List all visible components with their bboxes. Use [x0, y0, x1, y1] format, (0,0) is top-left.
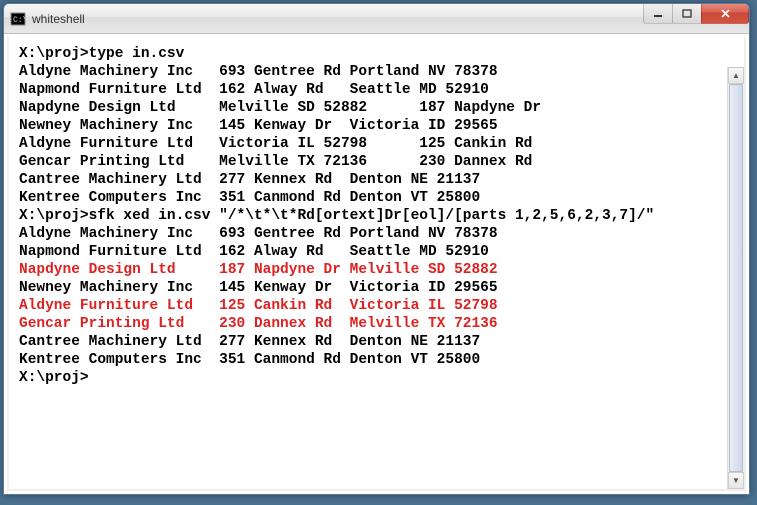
output-line: Gencar Printing Ltd Melville TX 72136 23…	[19, 153, 734, 171]
content-area: X:\proj>type in.csvAldyne Machinery Inc …	[4, 34, 749, 494]
output-line: Napmond Furniture Ltd 162 Alway Rd Seatt…	[19, 243, 734, 261]
output-line: Newney Machinery Inc 145 Kenway Dr Victo…	[19, 279, 734, 297]
output-line: Cantree Machinery Ltd 277 Kennex Rd Dent…	[19, 333, 734, 351]
output-line: X:\proj>	[19, 369, 734, 387]
output-line-highlighted: Aldyne Furniture Ltd 125 Cankin Rd Victo…	[19, 297, 734, 315]
console-window: C:\ whiteshell X:\proj>type in.csvAldyne…	[3, 3, 750, 495]
window-controls	[644, 4, 749, 24]
output-line: X:\proj>type in.csv	[19, 45, 734, 63]
window-title: whiteshell	[32, 12, 85, 26]
output-line: Aldyne Machinery Inc 693 Gentree Rd Port…	[19, 63, 734, 81]
output-line: Napdyne Design Ltd Melville SD 52882 187…	[19, 99, 734, 117]
output-line: Kentree Computers Inc 351 Canmond Rd Den…	[19, 351, 734, 369]
output-line: Cantree Machinery Ltd 277 Kennex Rd Dent…	[19, 171, 734, 189]
output-line: Kentree Computers Inc 351 Canmond Rd Den…	[19, 189, 734, 207]
svg-text:C:\: C:\	[13, 16, 26, 25]
maximize-button[interactable]	[672, 4, 702, 24]
output-line: Newney Machinery Inc 145 Kenway Dr Victo…	[19, 117, 734, 135]
scroll-track[interactable]	[728, 84, 744, 472]
titlebar[interactable]: C:\ whiteshell	[4, 4, 749, 34]
output-line: Aldyne Furniture Ltd Victoria IL 52798 1…	[19, 135, 734, 153]
close-button[interactable]	[701, 4, 749, 24]
app-icon: C:\	[10, 11, 26, 27]
output-line: Aldyne Machinery Inc 693 Gentree Rd Port…	[19, 225, 734, 243]
output-line-highlighted: Napdyne Design Ltd 187 Napdyne Dr Melvil…	[19, 261, 734, 279]
scroll-thumb[interactable]	[729, 84, 743, 472]
output-line: Napmond Furniture Ltd 162 Alway Rd Seatt…	[19, 81, 734, 99]
scroll-down-button[interactable]: ▼	[728, 472, 744, 489]
output-line: X:\proj>sfk xed in.csv "/*\t*\t*Rd[ortex…	[19, 207, 734, 225]
minimize-button[interactable]	[643, 4, 673, 24]
terminal-output[interactable]: X:\proj>type in.csvAldyne Machinery Inc …	[7, 37, 746, 491]
vertical-scrollbar[interactable]: ▲ ▼	[727, 67, 744, 489]
scroll-up-button[interactable]: ▲	[728, 67, 744, 84]
output-line-highlighted: Gencar Printing Ltd 230 Dannex Rd Melvil…	[19, 315, 734, 333]
